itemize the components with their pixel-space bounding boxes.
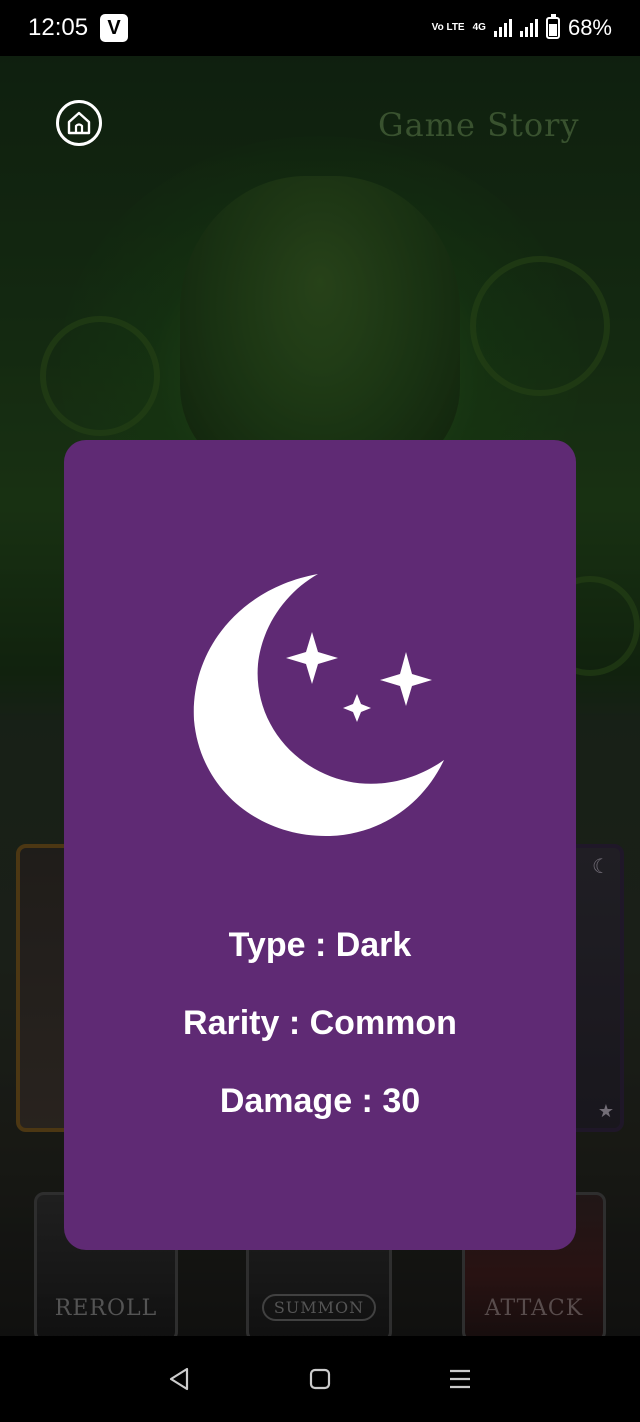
card-type: Type : Dark: [228, 926, 412, 964]
menu-icon: [450, 1369, 470, 1389]
signal-icon-2: [519, 19, 538, 37]
system-nav-bar: [0, 1336, 640, 1422]
square-icon: [309, 1368, 331, 1390]
card-rarity: Rarity : Common: [183, 1004, 457, 1042]
volte-indicator: Vo LTE: [431, 22, 465, 33]
home-icon: [67, 111, 91, 135]
network-type: 4G: [472, 22, 486, 33]
home-button[interactable]: [56, 100, 102, 146]
battery-icon: [545, 14, 560, 39]
battery-percent: 68%: [567, 15, 612, 40]
back-icon: [169, 1367, 189, 1391]
card-damage: Damage : 30: [219, 1082, 421, 1120]
page-title: Game Story: [378, 106, 580, 144]
status-bar: 12:05 V Vo LTE 4G 68%: [0, 0, 640, 56]
clock: 12:05: [28, 14, 89, 41]
recents-button[interactable]: [438, 1357, 482, 1401]
home-nav-button[interactable]: [298, 1357, 342, 1401]
app-notification-icon: V: [100, 14, 129, 42]
card-detail-modal: [64, 440, 576, 1250]
back-button[interactable]: [158, 1357, 202, 1401]
moon-stars-icon: [193, 574, 444, 837]
signal-icon: [493, 19, 512, 37]
